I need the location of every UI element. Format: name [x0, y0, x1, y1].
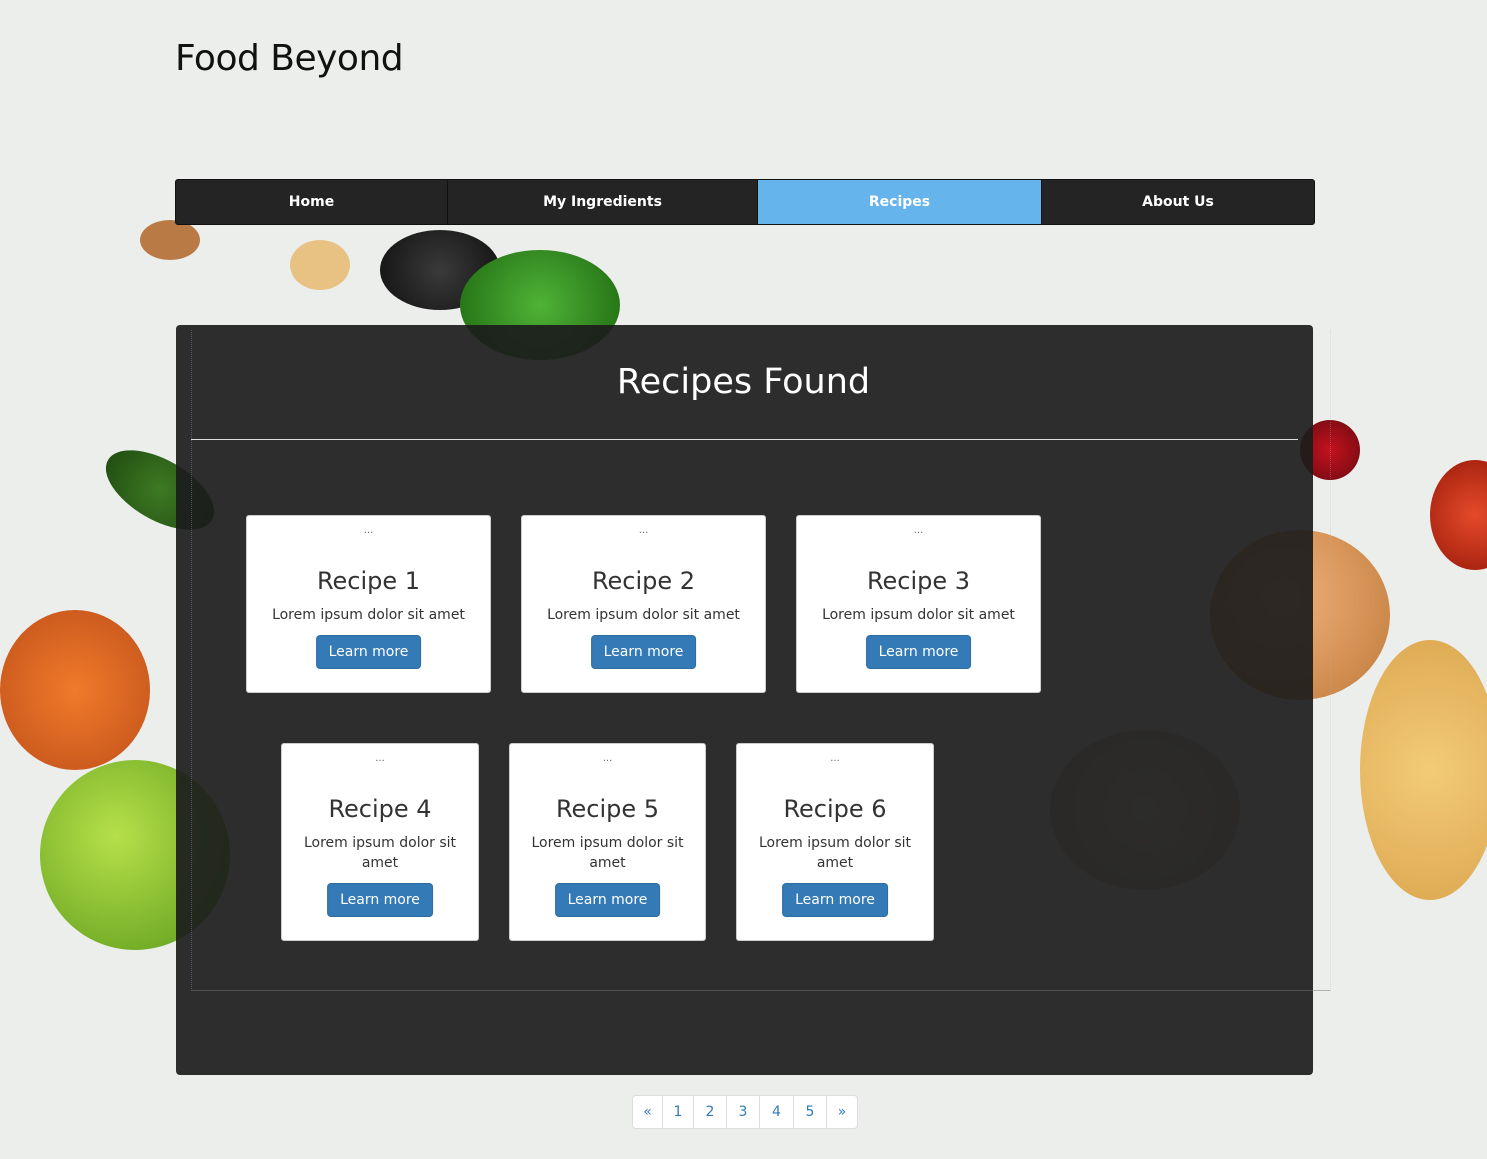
recipe-card: ... Recipe 6 Lorem ipsum dolor sit amet …: [736, 743, 934, 941]
learn-more-button[interactable]: Learn more: [782, 883, 888, 917]
card-description: Lorem ipsum dolor sit amet: [758, 835, 912, 871]
card-dots: ...: [375, 753, 385, 764]
pagination-next[interactable]: »: [827, 1096, 857, 1128]
pagination-page-1[interactable]: 1: [663, 1096, 694, 1128]
nav-item-my-ingredients[interactable]: My Ingredients: [448, 180, 758, 224]
nav-item-about-us[interactable]: About Us: [1042, 180, 1314, 224]
recipe-card: ... Recipe 1 Lorem ipsum dolor sit amet …: [246, 515, 491, 693]
card-description: Lorem ipsum dolor sit amet: [303, 835, 457, 871]
card-title: Recipe 5: [555, 795, 660, 823]
panel-title: Recipes Found: [616, 362, 871, 402]
card-description: Lorem ipsum dolor sit amet: [547, 607, 740, 623]
main-nav: Home My Ingredients Recipes About Us: [175, 179, 1315, 225]
pagination-page-2[interactable]: 2: [694, 1096, 727, 1128]
learn-more-button[interactable]: Learn more: [865, 635, 972, 669]
card-description: Lorem ipsum dolor sit amet: [531, 835, 684, 871]
card-dots: ...: [913, 525, 924, 536]
card-dots: ...: [363, 525, 374, 536]
card-title: Recipe 2: [591, 567, 696, 595]
pagination-page-3[interactable]: 3: [727, 1096, 760, 1128]
title-divider: [191, 439, 1298, 440]
card-dots: ...: [638, 525, 649, 536]
recipe-card: ... Recipe 4 Lorem ipsum dolor sit amet …: [281, 743, 479, 941]
pagination-page-4[interactable]: 4: [760, 1096, 794, 1128]
learn-more-button[interactable]: Learn more: [315, 635, 422, 669]
card-dots: ...: [602, 753, 613, 764]
learn-more-button[interactable]: Learn more: [327, 883, 433, 917]
pagination-prev[interactable]: «: [633, 1096, 663, 1128]
nav-item-recipes[interactable]: Recipes: [758, 180, 1042, 224]
learn-more-button[interactable]: Learn more: [554, 883, 661, 917]
card-title: Recipe 4: [328, 795, 432, 823]
recipe-card: ... Recipe 5 Lorem ipsum dolor sit amet …: [509, 743, 706, 941]
card-title: Recipe 6: [783, 795, 887, 823]
nav-item-home[interactable]: Home: [176, 180, 448, 224]
learn-more-button[interactable]: Learn more: [590, 635, 697, 669]
site-title: Food Beyond: [175, 38, 404, 79]
recipe-card: ... Recipe 2 Lorem ipsum dolor sit amet …: [521, 515, 766, 693]
recipe-card: ... Recipe 3 Lorem ipsum dolor sit amet …: [796, 515, 1041, 693]
card-title: Recipe 3: [866, 567, 971, 595]
card-title: Recipe 1: [316, 567, 421, 595]
pagination-page-5[interactable]: 5: [794, 1096, 827, 1128]
card-dots: ...: [830, 753, 840, 764]
card-description: Lorem ipsum dolor sit amet: [822, 607, 1015, 623]
card-description: Lorem ipsum dolor sit amet: [272, 607, 465, 623]
pagination: « 1 2 3 4 5 »: [632, 1095, 858, 1129]
